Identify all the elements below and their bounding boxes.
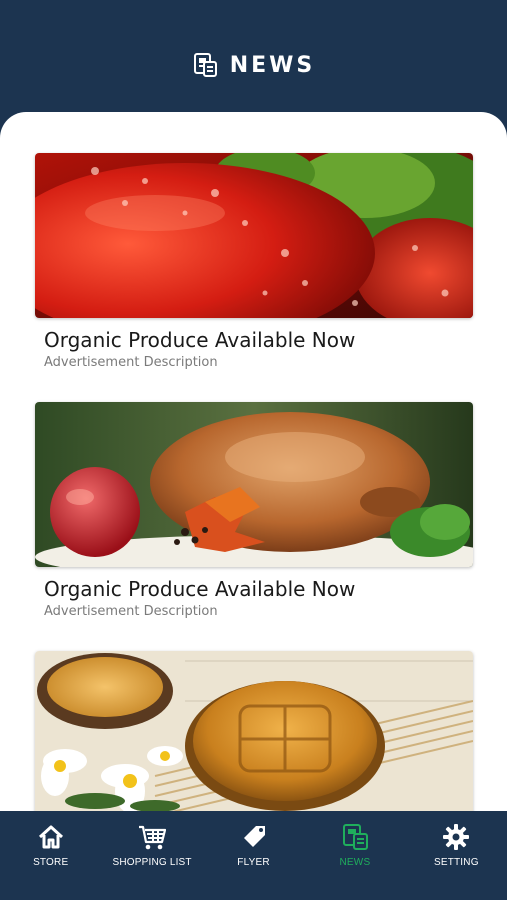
tab-shopping-list[interactable]: SHOPPING LIST — [101, 811, 202, 900]
page-title: NEWS — [229, 52, 316, 78]
tab-label: FLYER — [237, 857, 270, 868]
tab-store[interactable]: STORE — [0, 811, 101, 900]
news-icon — [342, 824, 368, 850]
tag-icon — [243, 826, 265, 847]
tab-label: STORE — [33, 857, 69, 868]
news-image-mooncake[interactable] — [35, 651, 473, 812]
news-description: Advertisement Description — [44, 355, 218, 370]
tab-label: SHOPPING LIST — [112, 857, 192, 868]
news-image-tomatoes[interactable] — [35, 153, 473, 318]
news-description: Advertisement Description — [44, 604, 218, 619]
cart-icon — [139, 825, 167, 850]
gear-icon — [443, 824, 470, 850]
news-card[interactable]: Organic Produce Available Now Advertisem… — [35, 402, 473, 619]
bottom-tab-bar: STORE SHOPPING LIST FLYER NEWS SETTING — [0, 811, 507, 900]
news-title: Organic Produce Available Now — [44, 577, 356, 601]
news-list[interactable]: Organic Produce Available Now Advertisem… — [0, 112, 507, 812]
news-card[interactable]: Organic Produce Available Now Advertisem… — [35, 153, 473, 370]
tab-news[interactable]: NEWS — [304, 811, 405, 900]
news-title: Organic Produce Available Now — [44, 328, 356, 352]
tab-label: SETTING — [433, 857, 479, 868]
tab-label: NEWS — [339, 857, 371, 868]
news-card[interactable] — [35, 651, 473, 812]
tab-setting[interactable]: SETTING — [406, 811, 507, 900]
news-icon — [193, 53, 217, 77]
tab-flyer[interactable]: FLYER — [203, 811, 304, 900]
news-image-chicken[interactable] — [35, 402, 473, 567]
home-icon — [38, 825, 63, 849]
header: NEWS — [0, 0, 507, 130]
